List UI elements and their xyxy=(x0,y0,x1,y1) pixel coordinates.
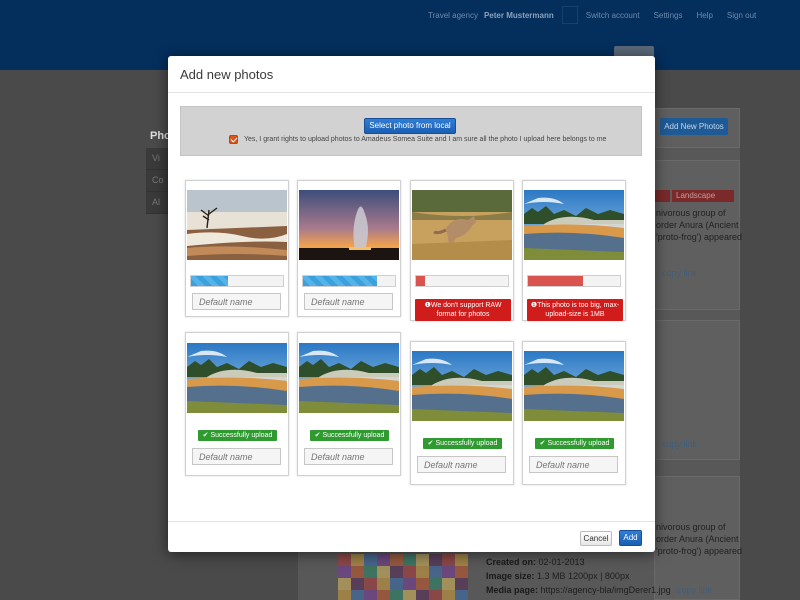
media-page-value[interactable]: https://agency-bla/imgDerer1.jpg xyxy=(541,585,671,595)
photo-thumbnail xyxy=(187,190,287,260)
add-button[interactable]: Add xyxy=(619,530,642,546)
rights-confirmation: Yes, I grant rights to upload photos to … xyxy=(229,135,606,144)
sidebar-item[interactable]: Co xyxy=(146,170,168,192)
photo-thumbnail xyxy=(412,351,512,421)
created-on-value: 02-01-2013 xyxy=(538,557,585,567)
description-line: 'proto-frog') appeared xyxy=(656,546,742,556)
user-name[interactable]: Peter Mustermann xyxy=(484,11,554,20)
rights-text: Yes, I grant rights to upload photos to … xyxy=(244,136,607,143)
success-text: Successfully upload xyxy=(210,432,273,439)
add-new-photos-button[interactable]: Add New Photos xyxy=(660,118,728,135)
select-photo-button[interactable]: Select photo from local xyxy=(364,118,456,134)
photo-thumbnail xyxy=(299,343,399,413)
image-size-row: Image size: 1.3 MB 1200px | 800px xyxy=(486,571,629,581)
created-on-row: Created on: 02-01-2013 xyxy=(486,557,585,567)
upload-progress-bar xyxy=(527,275,621,287)
upload-error-message: ❶This photo is too big, max-upload-size … xyxy=(527,299,623,321)
modal-header: Add new photos xyxy=(168,56,655,93)
photo-card xyxy=(185,180,289,317)
sidebar-item[interactable]: Vi xyxy=(146,148,168,170)
modal-footer: Cancel Add xyxy=(168,521,655,552)
description-line: order Anura (Ancient xyxy=(656,534,739,544)
upload-success-badge: ✔ Successfully upload xyxy=(423,438,502,449)
description-line: 'proto-frog') appeared xyxy=(656,232,742,242)
settings-link[interactable]: Settings xyxy=(654,11,683,20)
image-size-label: Image size: xyxy=(486,571,535,581)
modal-title: Add new photos xyxy=(180,67,274,82)
cancel-button[interactable]: Cancel xyxy=(580,531,612,546)
media-page-label: Media page: xyxy=(486,585,539,595)
description-line: order Anura (Ancient xyxy=(656,220,739,230)
sign-out-link[interactable]: Sign out xyxy=(727,11,756,20)
photo-card: ❶This photo is too big, max-upload-size … xyxy=(522,180,626,321)
upload-progress-bar xyxy=(190,275,284,287)
photo-card xyxy=(297,180,401,317)
sidebar-item[interactable]: Al xyxy=(146,192,168,214)
success-text: Successfully upload xyxy=(435,440,498,447)
photo-thumbnail xyxy=(187,343,287,413)
photo-card: ❶We don't support RAW format for photos xyxy=(410,180,514,321)
photo-thumbnail xyxy=(524,190,624,260)
progress-fill xyxy=(191,276,228,286)
progress-fill xyxy=(303,276,377,286)
upload-error-message: ❶We don't support RAW format for photos xyxy=(415,299,511,321)
media-page-row: Media page: https://agency-bla/imgDerer1… xyxy=(486,585,712,595)
tag-remove-icon[interactable] xyxy=(654,190,670,202)
switch-account-link[interactable]: Switch account xyxy=(586,11,640,20)
description-line: nivorous group of xyxy=(656,522,726,532)
photo-card: ✔ Successfully upload xyxy=(522,341,626,485)
upload-success-badge: ✔ Successfully upload xyxy=(535,438,614,449)
upload-success-badge: ✔ Successfully upload xyxy=(310,430,389,441)
photo-name-input[interactable] xyxy=(304,448,393,465)
photo-thumbnail xyxy=(412,190,512,260)
success-text: Successfully upload xyxy=(322,432,385,439)
top-nav: Travel agency Peter Mustermann Switch ac… xyxy=(428,6,770,24)
photo-name-input[interactable] xyxy=(529,456,618,473)
add-photos-modal: Add new photos Select photo from local Y… xyxy=(168,56,655,552)
user-menu-toggle[interactable] xyxy=(561,6,578,24)
image-size-value: 1.3 MB 1200px | 800px xyxy=(537,571,630,581)
photo-thumbnail xyxy=(524,351,624,421)
photo-gallery: ❶We don't support RAW format for photos … xyxy=(174,166,644,518)
copy-link[interactable]: copy link xyxy=(662,268,697,278)
photo-name-input[interactable] xyxy=(304,293,393,310)
upload-progress-bar xyxy=(415,275,509,287)
agency-label: Travel agency xyxy=(428,10,478,20)
photo-thumbnail-mosaic xyxy=(338,554,468,600)
upload-progress-bar xyxy=(302,275,396,287)
description-line: nivorous group of xyxy=(656,208,726,218)
rights-checkbox[interactable] xyxy=(229,135,238,144)
photo-card: ✔ Successfully upload xyxy=(297,332,401,476)
created-on-label: Created on: xyxy=(486,557,537,567)
sidebar: Vi Co Al xyxy=(146,148,168,214)
copy-link[interactable]: copy link xyxy=(677,585,712,595)
upload-panel: Select photo from local Yes, I grant rig… xyxy=(180,106,642,156)
photo-name-input[interactable] xyxy=(417,456,506,473)
photo-card: ✔ Successfully upload xyxy=(185,332,289,476)
success-text: Successfully upload xyxy=(547,440,610,447)
progress-fill xyxy=(416,276,426,286)
photo-card: ✔ Successfully upload xyxy=(410,341,514,485)
tag-landscape[interactable]: Landscape xyxy=(672,190,734,202)
upload-success-badge: ✔ Successfully upload xyxy=(198,430,277,441)
photo-thumbnail xyxy=(299,190,399,260)
copy-link[interactable]: copy link xyxy=(662,439,697,449)
progress-fill xyxy=(528,276,584,286)
photo-name-input[interactable] xyxy=(192,448,281,465)
photo-name-input[interactable] xyxy=(192,293,281,310)
help-link[interactable]: Help xyxy=(696,11,712,20)
